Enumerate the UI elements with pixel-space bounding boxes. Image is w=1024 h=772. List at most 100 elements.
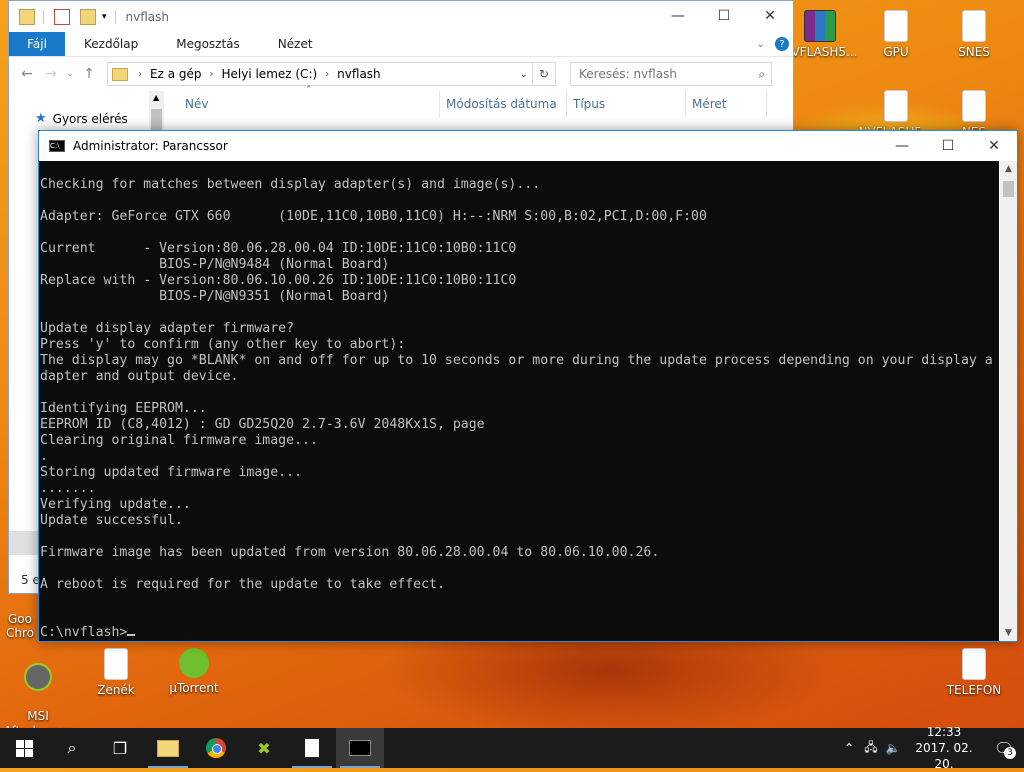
show-hidden-icons-icon[interactable]: ⌃ xyxy=(838,741,860,755)
scroll-up-icon[interactable]: ▲ xyxy=(153,93,159,102)
network-icon[interactable]: 🖧 xyxy=(860,738,882,759)
chevron-down-icon[interactable]: ⌄ xyxy=(520,69,528,80)
new-folder-icon[interactable] xyxy=(80,8,96,25)
ribbon-tabs: Fájl Kezdőlap Megosztás Nézet ⌄ ? xyxy=(9,32,793,57)
clock-date: 2017. 02. 20. xyxy=(915,741,973,771)
document-icon xyxy=(884,10,908,42)
action-center-button[interactable]: 🗨 3 xyxy=(984,728,1024,768)
tab-share[interactable]: Megosztás xyxy=(157,37,259,51)
cmd-icon xyxy=(349,740,371,756)
up-arrow-icon[interactable]: ↑ xyxy=(77,66,101,82)
console-line: Current - Version:80.06.28.00.04 ID:10DE… xyxy=(40,241,517,256)
tab-file[interactable]: Fájl xyxy=(9,32,65,56)
console-line: Update successful. xyxy=(40,513,183,528)
breadcrumb-local-disk[interactable]: Helyi lemez (C:) xyxy=(221,67,317,81)
taskbar-chrome[interactable] xyxy=(192,728,240,768)
taskbar-notepad[interactable] xyxy=(288,728,336,768)
desktop-icon-label: Zenék xyxy=(97,683,135,697)
window-title: Administrator: Parancssor xyxy=(73,139,228,153)
maximize-button[interactable]: ☐ xyxy=(701,1,747,31)
column-header-size[interactable]: Méret xyxy=(686,91,767,117)
scroll-up-icon[interactable]: ▲ xyxy=(1000,161,1017,177)
windows-logo-icon xyxy=(15,739,33,757)
scroll-down-icon[interactable]: ▼ xyxy=(1000,625,1017,641)
volume-icon[interactable]: 🔈 xyxy=(882,741,904,755)
address-bar[interactable]: › Ez a gép › Helyi lemez (C:) › nvflash … xyxy=(107,62,533,86)
text-cursor xyxy=(127,634,136,636)
expand-ribbon-icon[interactable]: ⌄ xyxy=(757,39,765,50)
taskbar-command-prompt[interactable] xyxy=(336,728,384,768)
console-prompt: C:\nvflash> xyxy=(40,625,128,640)
task-view-button[interactable]: ❐ xyxy=(96,728,144,768)
msi-afterburner-icon xyxy=(24,663,52,691)
divider xyxy=(43,9,44,24)
start-button[interactable] xyxy=(0,728,48,768)
column-header-type[interactable]: Típus xyxy=(567,91,686,117)
folder-icon xyxy=(157,739,179,757)
properties-icon[interactable] xyxy=(54,8,70,25)
search-button[interactable]: ⌕ xyxy=(48,728,96,768)
console-line: The display may go *BLANK* on and off fo… xyxy=(40,353,993,368)
window-title: nvflash xyxy=(125,9,170,24)
console-line: Verifying update... xyxy=(40,497,191,512)
desktop-icon-snes[interactable]: SNES xyxy=(936,10,1012,59)
quick-access-dropdown-icon[interactable]: ▾ xyxy=(102,12,107,22)
star-icon: ★ xyxy=(35,111,47,126)
desktop-icon-msi-afterburner[interactable]: MSI Afterburner xyxy=(0,648,76,739)
refresh-button[interactable]: ↻ xyxy=(533,62,556,86)
desktop-icon-zenek[interactable]: Zenék xyxy=(78,648,154,697)
system-tray: ⌃ 🖧 🔈 12:33 2017. 02. 20. 🗨 3 xyxy=(838,725,1024,771)
console-output[interactable]: Checking for matches between display ada… xyxy=(39,161,999,641)
explorer-titlebar[interactable]: ▾ nvflash — ☐ ✕ xyxy=(9,1,793,32)
desktop-icon-utorrent[interactable]: µTorrent xyxy=(156,648,232,695)
taskbar-file-explorer[interactable] xyxy=(144,728,192,768)
tab-view[interactable]: Nézet xyxy=(259,37,332,51)
tab-home[interactable]: Kezdőlap xyxy=(65,37,157,51)
breadcrumb-this-pc[interactable]: Ez a gép xyxy=(150,67,201,81)
close-button[interactable]: ✕ xyxy=(747,1,793,31)
chevron-right-icon[interactable]: › xyxy=(209,69,213,80)
column-header-date-modified[interactable]: Módosítás dátuma xyxy=(440,91,567,117)
cmd-icon[interactable]: C:\ xyxy=(49,140,65,152)
document-icon xyxy=(305,739,319,757)
column-headers: Név Módosítás dátuma Típus Méret xyxy=(185,91,767,117)
divider xyxy=(114,9,116,24)
scrollbar-thumb[interactable] xyxy=(151,109,162,131)
help-icon[interactable]: ? xyxy=(775,37,789,51)
desktop-icon-gpu[interactable]: GPU xyxy=(858,10,934,59)
document-icon xyxy=(104,648,128,680)
console-line: BIOS-P/N@N9484 (Normal Board) xyxy=(40,257,390,272)
winrar-icon xyxy=(804,10,836,42)
taskbar-msi-afterburner[interactable]: ✖ xyxy=(240,728,288,768)
console-line: Clearing original firmware image... xyxy=(40,433,318,448)
clock[interactable]: 12:33 2017. 02. 20. xyxy=(904,724,984,772)
maximize-button[interactable]: ☐ xyxy=(925,131,971,161)
recent-locations-icon[interactable]: ⌄ xyxy=(63,69,77,79)
nav-pane-scrollbar[interactable]: ▲ xyxy=(149,91,164,131)
chevron-right-icon[interactable]: › xyxy=(325,69,329,80)
close-button[interactable]: ✕ xyxy=(971,131,1017,161)
minimize-button[interactable]: — xyxy=(879,131,925,161)
cmd-titlebar[interactable]: C:\ Administrator: Parancssor — ☐ ✕ xyxy=(39,131,1017,161)
minimize-button[interactable]: — xyxy=(655,1,701,31)
notification-count-badge: 3 xyxy=(1004,747,1016,759)
navigation-bar: ← → ⌄ ↑ › Ez a gép › Helyi lemez (C:) › … xyxy=(9,57,793,91)
back-arrow-icon[interactable]: ← xyxy=(15,66,39,82)
scrollbar-thumb[interactable] xyxy=(1003,181,1014,197)
msi-afterburner-icon: ✖ xyxy=(257,738,271,758)
console-line: . xyxy=(40,449,48,464)
search-box[interactable]: ⌕ xyxy=(570,62,772,86)
forward-arrow-icon[interactable]: → xyxy=(39,66,63,82)
desktop-icon-telefon[interactable]: TELEFON xyxy=(936,648,1012,697)
console-text: Checking for matches between display ada… xyxy=(39,161,999,641)
console-scrollbar[interactable]: ▲ ▼ xyxy=(1000,161,1017,641)
command-prompt-window[interactable]: C:\ Administrator: Parancssor — ☐ ✕ Chec… xyxy=(38,130,1018,642)
breadcrumb-nvflash[interactable]: nvflash xyxy=(337,67,380,81)
taskbar: ⌕ ❐ ✖ ⌃ 🖧 🔈 12:33 2017. 02. 20. 🗨 3 xyxy=(0,725,1024,771)
console-line: Identifying EEPROM... xyxy=(40,401,207,416)
console-line: ....... xyxy=(40,481,96,496)
search-input[interactable] xyxy=(577,66,741,82)
nav-item-quick-access[interactable]: ★ Gyors elérés xyxy=(35,111,128,126)
chevron-right-icon[interactable]: › xyxy=(138,69,142,80)
desktop-icon-label: Goo Chro xyxy=(6,612,34,640)
